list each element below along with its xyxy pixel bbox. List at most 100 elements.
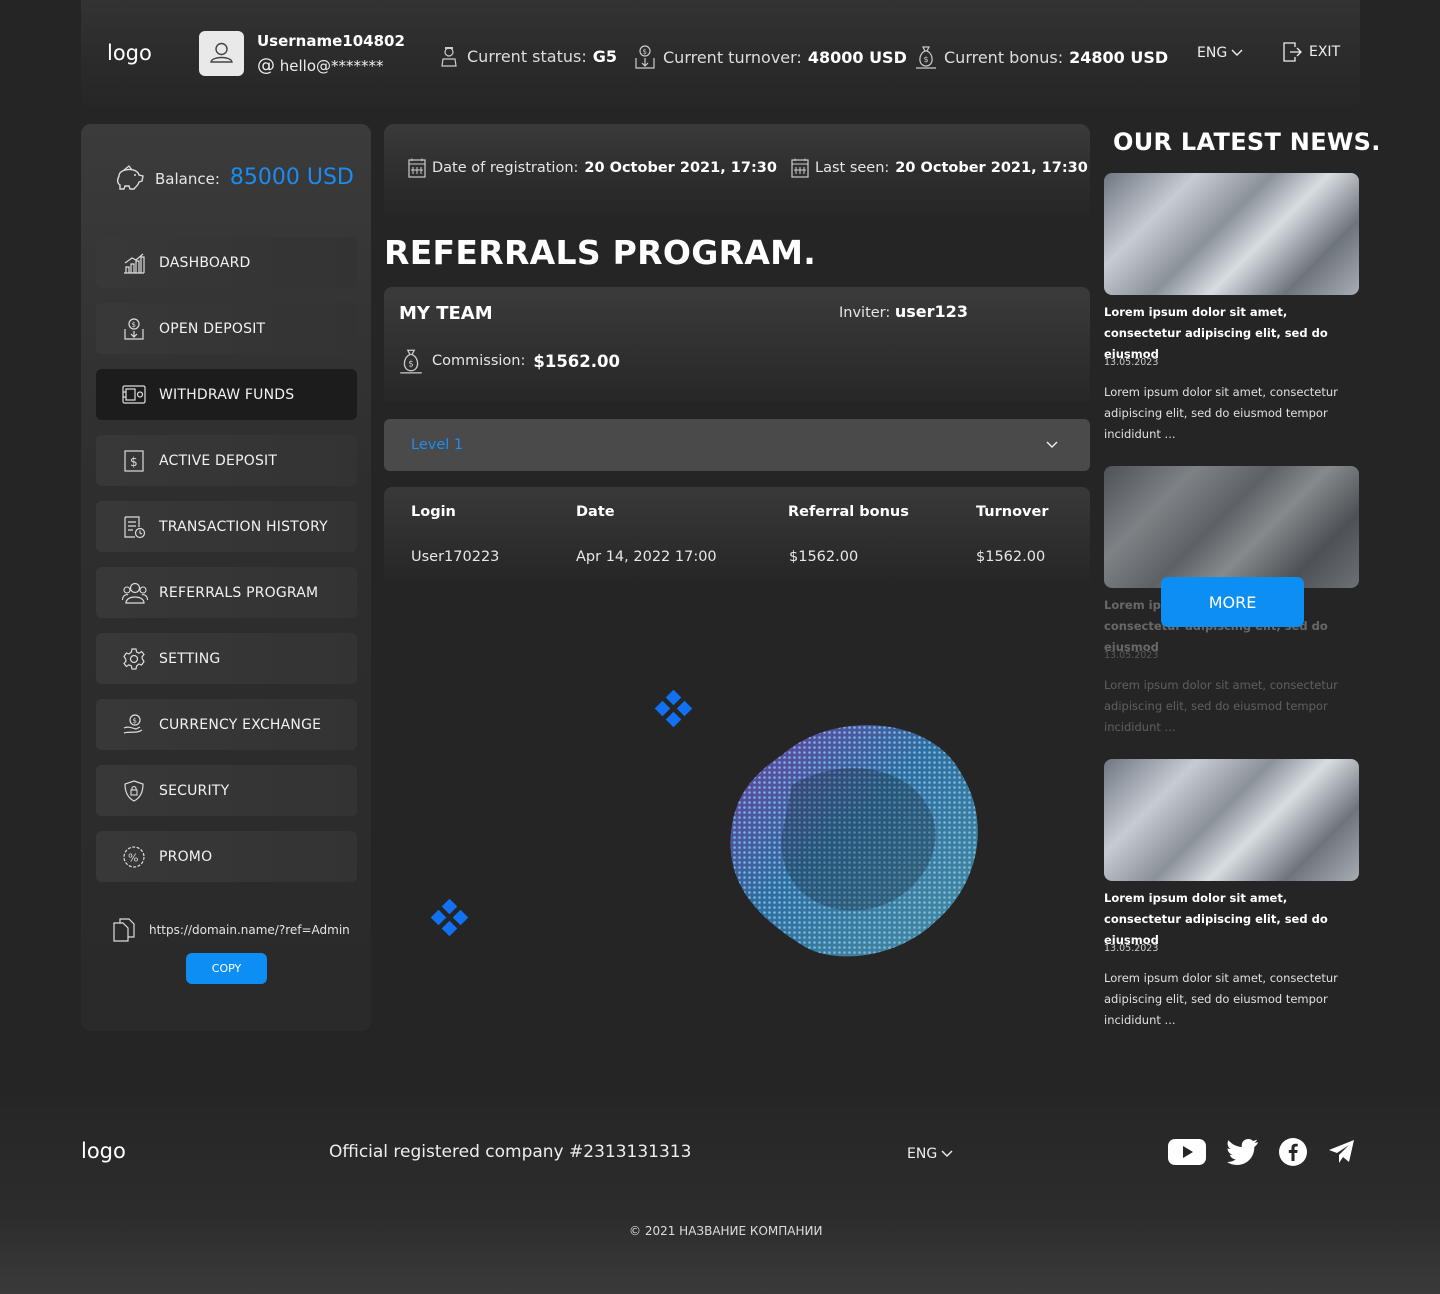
footer-language-selector[interactable]: ENG (907, 1146, 953, 1162)
footer (0, 1095, 1440, 1294)
svg-text:%: % (128, 851, 139, 864)
copy-icon[interactable] (113, 918, 135, 942)
sidebar-item-security[interactable]: SECURITY (96, 765, 357, 816)
sidebar-item-setting[interactable]: SETTING (96, 633, 357, 684)
level-select-value: Level 1 (411, 437, 464, 453)
sidebar-item-transaction-history[interactable]: TRANSACTION HISTORY (96, 501, 357, 552)
bonus-value: 24800 USD (1069, 47, 1169, 67)
cell-turnover: $1562.00 (976, 549, 1046, 565)
turnover-value: 48000 USD (807, 47, 907, 67)
column-header-referral-bonus[interactable]: Referral bonus (788, 504, 909, 520)
referrals-table: Login Date Referral bonus Turnover User1… (384, 487, 1090, 587)
email-text: hello@******* (279, 57, 384, 75)
column-header-login[interactable]: Login (411, 504, 456, 520)
balance-value: 85000 USD (229, 164, 354, 190)
sidebar-item-label: CURRENCY EXCHANGE (159, 716, 322, 733)
users-icon (122, 581, 148, 605)
percent-icon: % (122, 845, 146, 869)
level-select[interactable]: Level 1 (384, 419, 1090, 471)
top-header: logo Username104802 @ hello@******* Curr… (81, 0, 1360, 108)
at-icon: @ (257, 55, 275, 76)
header-logo[interactable]: logo (107, 41, 152, 65)
youtube-icon[interactable] (1168, 1139, 1206, 1165)
status-label: Current status: (467, 46, 587, 66)
status-value: G5 (592, 46, 617, 66)
commission-label: Commission: (432, 353, 526, 369)
commission: $ Commission: $1562.00 (398, 347, 620, 375)
avatar[interactable] (199, 31, 244, 76)
inviter-value: user123 (894, 302, 968, 321)
status-icon (437, 44, 461, 68)
copyright: © 2021 НАЗВАНИЕ КОМПАНИИ (629, 1224, 823, 1238)
current-bonus: $ Current bonus: 24800 USD (914, 44, 1168, 70)
sidebar-item-withdraw-funds[interactable]: WITHDRAW FUNDS (96, 369, 357, 420)
last-seen: Last seen: 20 October 2021, 17:30 (791, 158, 1088, 178)
last-seen-value: 20 October 2021, 17:30 (895, 160, 1088, 176)
news-headline[interactable]: Lorem ipsum dolor sit amet, consectetur … (1104, 888, 1360, 951)
current-status: Current status: G5 (437, 44, 617, 68)
exit-button[interactable]: EXIT (1282, 41, 1340, 63)
user-email: @ hello@******* (257, 55, 384, 76)
sidebar-item-currency-exchange[interactable]: $ CURRENCY EXCHANGE (96, 699, 357, 750)
news-headline[interactable]: Lorem ipsum dolor sit amet, consectetur … (1104, 302, 1360, 365)
column-header-turnover[interactable]: Turnover (976, 504, 1049, 520)
inviter-label: Inviter: (839, 305, 891, 321)
chart-icon (122, 251, 146, 275)
my-team-panel: MY TEAM Inviter: user123 $ Commission: $… (384, 287, 1090, 402)
sidebar-item-active-deposit[interactable]: $ ACTIVE DEPOSIT (96, 435, 357, 486)
history-icon (122, 515, 146, 539)
current-turnover: $ Current turnover: 48000 USD (633, 44, 907, 70)
balance-label: Balance: (155, 170, 220, 188)
language-label: ENG (907, 1146, 938, 1162)
sidebar-item-open-deposit[interactable]: $ OPEN DEPOSIT (96, 303, 357, 354)
exit-icon (1282, 41, 1302, 63)
turnover-icon: $ (633, 44, 657, 70)
news-date: 13.05.2023 (1104, 650, 1159, 661)
abstract-blob-graphic (722, 715, 987, 965)
twitter-icon[interactable] (1227, 1138, 1259, 1166)
money-bag-icon: $ (398, 347, 424, 375)
news-title: OUR LATEST NEWS. (1113, 128, 1381, 156)
sidebar-item-referrals-program[interactable]: REFERRALS PROGRAM (96, 567, 357, 618)
calendar-icon (408, 158, 426, 178)
deposit-icon: $ (122, 317, 146, 341)
inviter: Inviter: user123 (839, 302, 968, 321)
column-header-date[interactable]: Date (576, 504, 615, 520)
exchange-icon: $ (122, 713, 146, 737)
shield-icon (122, 779, 146, 803)
calendar-icon (791, 158, 809, 178)
chevron-down-icon (941, 1150, 953, 1158)
sidebar-item-label: PROMO (159, 848, 213, 865)
sidebar-item-dashboard[interactable]: DASHBOARD (96, 237, 357, 288)
diamond-decoration (431, 899, 469, 937)
sidebar: Balance: 85000 USD DASHBOARD $ OPEN DEPO… (81, 124, 371, 1031)
facebook-icon[interactable] (1279, 1138, 1307, 1166)
referral-link: https://domain.name/?ref=Admin (113, 918, 350, 942)
referral-link-text: https://domain.name/?ref=Admin (149, 923, 350, 937)
footer-logo[interactable]: logo (81, 1139, 126, 1163)
news-date: 13.05.2023 (1104, 943, 1159, 954)
language-label: ENG (1197, 45, 1228, 61)
dollar-box-icon: $ (122, 449, 146, 473)
sidebar-item-label: SECURITY (159, 782, 230, 799)
chevron-down-icon (1231, 49, 1243, 57)
svg-text:$: $ (133, 717, 138, 725)
copy-button[interactable]: COPY (186, 953, 267, 984)
registration-label: Date of registration: (432, 160, 579, 176)
cell-date: Apr 14, 2022 17:00 (576, 549, 717, 565)
news-text: Lorem ipsum dolor sit amet, consectetur … (1104, 385, 1338, 441)
gear-icon (122, 647, 146, 671)
news-text: Lorem ipsum dolor sit amet, consectetur … (1104, 678, 1338, 734)
news-date: 13.05.2023 (1104, 357, 1159, 368)
telegram-icon[interactable] (1328, 1139, 1355, 1165)
piggy-bank-icon (113, 162, 145, 192)
sidebar-item-label: WITHDRAW FUNDS (159, 386, 295, 403)
more-button[interactable]: MORE (1161, 577, 1304, 627)
withdraw-icon (122, 383, 146, 407)
language-selector[interactable]: ENG (1197, 45, 1243, 61)
cell-referral-bonus: $1562.00 (789, 549, 859, 565)
page-title: REFERRALS PROGRAM. (384, 233, 817, 272)
sidebar-item-promo[interactable]: % PROMO (96, 831, 357, 882)
svg-text:$: $ (924, 55, 929, 64)
svg-text:$: $ (130, 455, 138, 469)
